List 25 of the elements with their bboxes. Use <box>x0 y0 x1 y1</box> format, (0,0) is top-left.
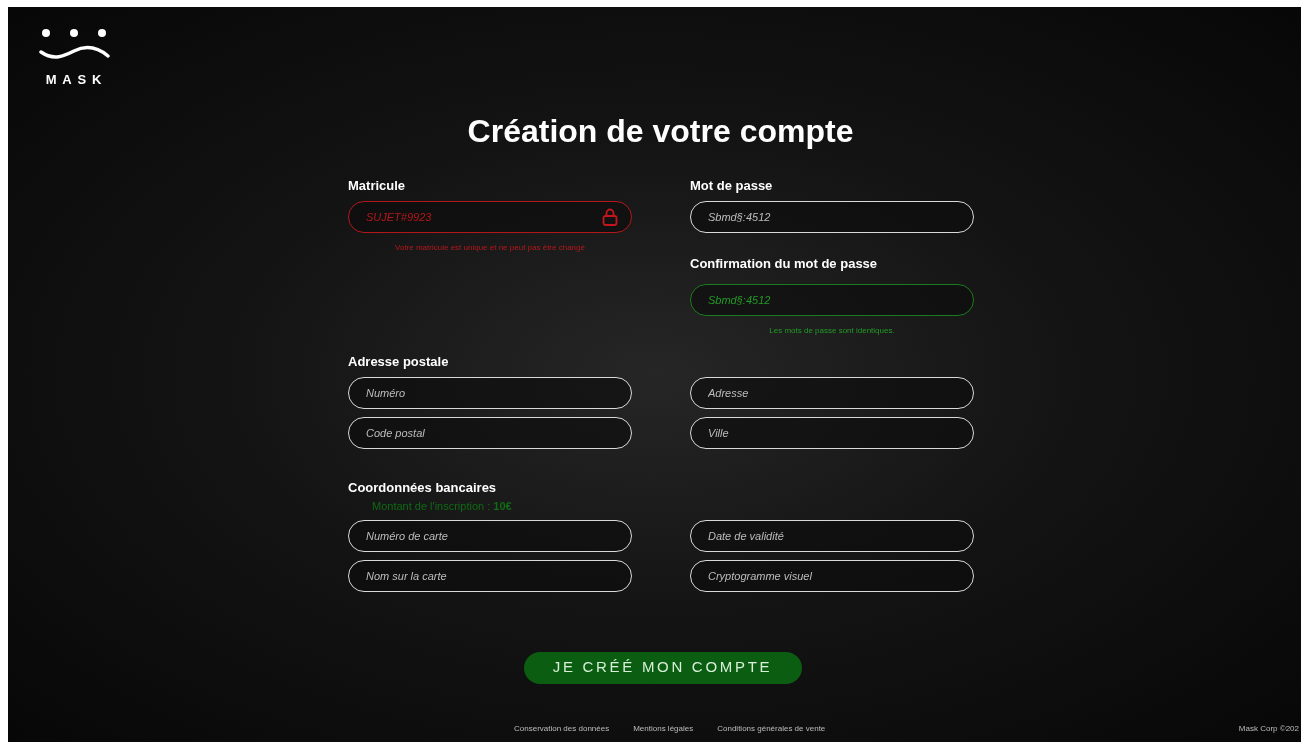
input-field[interactable]: Code postal <box>348 417 632 449</box>
input-field[interactable]: Numéro de carte <box>348 519 632 552</box>
field-hint: Les mots de passe sont identiques. <box>769 325 895 337</box>
footer-link[interactable]: Conservation des données <box>514 723 610 735</box>
input-field[interactable]: Sbmd§:4512 <box>690 201 974 233</box>
input-field[interactable]: Adresse <box>690 377 974 409</box>
input-field[interactable]: Numéro <box>348 377 632 409</box>
footer-link[interactable]: Mentions légales <box>633 723 694 735</box>
copyright-text: Mask Corp ©202 <box>1238 723 1299 735</box>
section-label: Matricule <box>348 179 407 192</box>
create-account-button[interactable]: JE CRÉÉ MON COMPTE <box>523 651 802 684</box>
input-field[interactable]: Sbmd§:4512 <box>690 284 974 316</box>
section-label: Confirmation du mot de passe <box>690 256 878 271</box>
input-field[interactable]: Ville <box>690 417 974 449</box>
section-label: Adresse postale <box>348 355 450 368</box>
section-label: Coordonnées bancaires <box>348 481 498 494</box>
input-field[interactable]: Date de validité <box>690 519 974 552</box>
fee-text: Montant de l'inscription : 10€ <box>372 499 513 514</box>
logo-text: MASK <box>45 71 108 89</box>
footer-link[interactable]: Conditions générales de vente <box>717 723 826 735</box>
page-title: Création de votre compte <box>467 115 854 147</box>
field-hint: Votre matricule est unique et ne peut pas être changé <box>395 242 585 254</box>
input-field[interactable]: Cryptogramme visuel <box>690 559 974 592</box>
input-field[interactable]: Nom sur la carte <box>348 559 632 592</box>
section-label: Mot de passe <box>690 179 774 192</box>
